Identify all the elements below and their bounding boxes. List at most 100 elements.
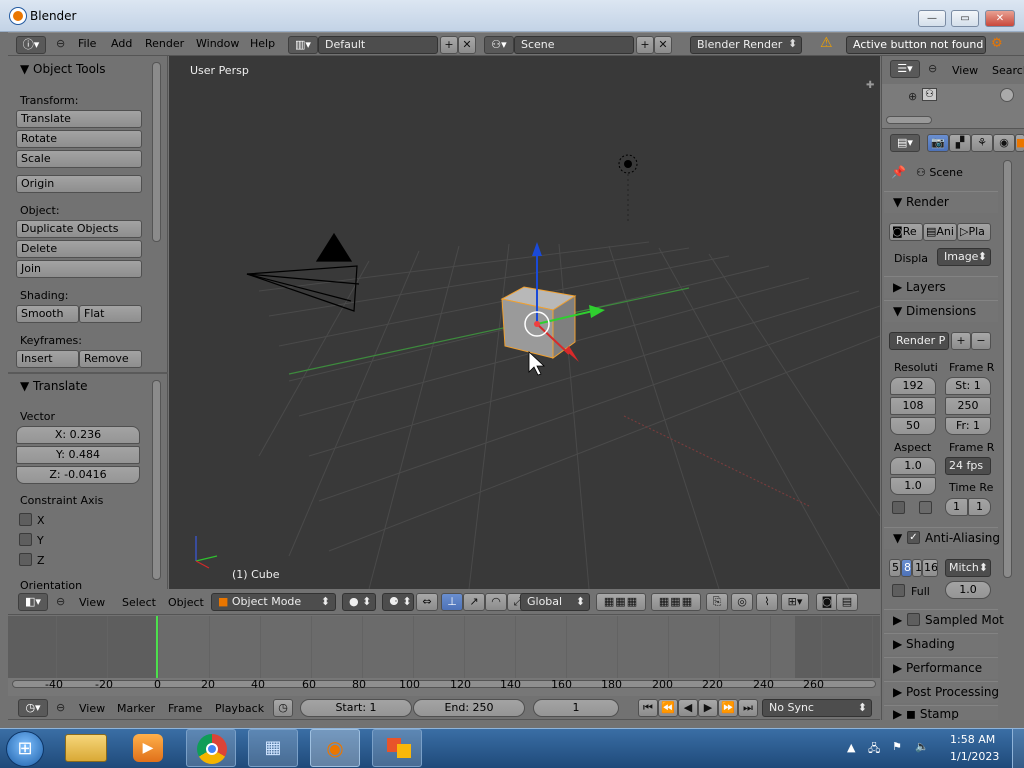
timeline-menu-marker[interactable]: Marker xyxy=(117,702,155,715)
menu-add[interactable]: Add xyxy=(111,37,132,50)
smooth-button[interactable]: Smooth xyxy=(16,305,79,323)
jump-start-icon[interactable]: ⏮ xyxy=(638,699,658,717)
end-frame-prop-field[interactable]: 250 xyxy=(945,397,991,415)
collapse-icon[interactable]: ⊖ xyxy=(928,62,937,75)
object-tools-header[interactable]: ▼ Object Tools xyxy=(20,62,106,76)
rotate-button[interactable]: Rotate xyxy=(16,130,142,148)
rotate-manipulator-icon[interactable]: ↗ xyxy=(463,593,485,611)
join-button[interactable]: Join xyxy=(16,260,142,278)
remove-preset-button[interactable]: − xyxy=(971,332,991,350)
outliner-hscroll[interactable] xyxy=(886,116,932,124)
preview-range-clock-icon[interactable]: ◷ xyxy=(273,699,293,717)
operator-scrollbar[interactable] xyxy=(152,380,161,580)
menu-render[interactable]: Render xyxy=(145,37,184,50)
view3d-menu-object[interactable]: Object xyxy=(168,596,204,609)
frame-rate-dropdown[interactable]: 24 fps xyxy=(945,457,991,475)
lock-layers-icon[interactable]: ⎘ xyxy=(706,593,728,611)
view3d-menu-view[interactable]: View xyxy=(79,596,105,609)
timeline-menu-frame[interactable]: Frame xyxy=(168,702,202,715)
play-reverse-icon[interactable]: ◀ xyxy=(678,699,698,717)
resolution-percent-field[interactable]: 50 xyxy=(890,417,936,435)
camera-object[interactable] xyxy=(246,232,360,312)
aa-samples-16[interactable]: 16 xyxy=(922,559,938,577)
delete-scene-button[interactable]: ✕ xyxy=(654,36,672,54)
pivot-point-dropdown[interactable]: ⚈ ⬍ xyxy=(382,593,414,611)
current-frame-cursor[interactable] xyxy=(156,616,158,678)
proportional-edit-icon[interactable]: ◎ xyxy=(731,593,753,611)
outliner-menu-view[interactable]: View xyxy=(952,64,978,77)
add-scene-button[interactable]: + xyxy=(636,36,654,54)
constraint-x-checkbox[interactable] xyxy=(19,513,32,526)
current-frame-field[interactable]: 1 xyxy=(533,699,619,717)
menu-window[interactable]: Window xyxy=(196,37,239,50)
menu-file[interactable]: File xyxy=(78,37,96,50)
collapse-icon[interactable]: ⊖ xyxy=(56,37,65,50)
timeline-menu-view[interactable]: View xyxy=(79,702,105,715)
scene-tree-icon[interactable]: ⚇ xyxy=(922,88,937,101)
full-sample-checkbox[interactable] xyxy=(892,584,905,597)
jump-end-icon[interactable]: ⏭ xyxy=(738,699,758,717)
world-tab-icon[interactable]: ◉ xyxy=(993,134,1015,152)
control-panel-taskbar-icon[interactable]: ▦ xyxy=(248,729,298,767)
collapse-icon[interactable]: ⊖ xyxy=(56,595,65,608)
render-tab-icon[interactable]: 📷 xyxy=(927,134,949,152)
origin-button[interactable]: Origin xyxy=(16,175,142,193)
display-dropdown[interactable]: Image ⬍ xyxy=(937,248,991,266)
aspect-y-field[interactable]: 1.0 xyxy=(890,477,936,495)
translate-button[interactable]: Translate xyxy=(16,110,142,128)
resolution-y-field[interactable]: 108 xyxy=(890,397,936,415)
show-desktop-button[interactable] xyxy=(1012,729,1024,768)
render-animation-button[interactable]: ▤Ani xyxy=(923,223,957,241)
pin-icon[interactable]: 📌 xyxy=(891,165,906,179)
render-anim-icon[interactable]: ▤ xyxy=(836,593,858,611)
outliner-search-menu[interactable]: Search xyxy=(992,64,1024,77)
tray-expand-icon[interactable]: ▲ xyxy=(847,741,855,754)
media-player-taskbar-icon[interactable]: ▶ xyxy=(133,734,163,762)
flat-button[interactable]: Flat xyxy=(79,305,142,323)
translate-manipulator-icon[interactable]: ⊥ xyxy=(441,593,463,611)
vector-x-field[interactable]: X: 0.236 xyxy=(16,426,140,444)
resolution-x-field[interactable]: 192 xyxy=(890,377,936,395)
maximize-button[interactable]: ▭ xyxy=(951,10,979,27)
add-layout-button[interactable]: + xyxy=(440,36,458,54)
manipulator-toggle-icon[interactable]: ⇔ xyxy=(416,593,438,611)
add-preset-button[interactable]: + xyxy=(951,332,971,350)
chrome-taskbar-icon[interactable] xyxy=(186,729,236,767)
viewport-3d[interactable]: User Persp (1) Cube ✚ xyxy=(169,56,880,589)
tool-shelf-scrollbar[interactable] xyxy=(152,62,161,242)
properties-editor-type-button[interactable]: ▤▾ xyxy=(890,134,920,152)
vector-z-field[interactable]: Z: -0.0416 xyxy=(16,466,140,484)
viewport-plus-icon[interactable]: ✚ xyxy=(866,80,874,91)
lamp-object[interactable] xyxy=(618,154,638,224)
constraint-y-checkbox[interactable] xyxy=(19,533,32,546)
layers-grid-left[interactable]: ▦▦▦ xyxy=(596,593,646,611)
render-opengl-icon[interactable]: ◙ xyxy=(816,593,838,611)
office-taskbar-icon[interactable] xyxy=(372,729,422,767)
scale-button[interactable]: Scale xyxy=(16,150,142,168)
render-engine-dropdown[interactable]: Blender Render xyxy=(690,36,802,54)
close-button[interactable]: ✕ xyxy=(985,10,1015,27)
delete-layout-button[interactable]: ✕ xyxy=(458,36,476,54)
menu-help[interactable]: Help xyxy=(250,37,275,50)
clock-time[interactable]: 1:58 AM xyxy=(950,733,995,746)
scene-tab-icon[interactable]: ⚘ xyxy=(971,134,993,152)
object-tab-icon[interactable]: ■ xyxy=(1015,134,1024,152)
viewport-shading-dropdown[interactable]: ● ⬍ xyxy=(342,593,376,611)
start-frame-prop-field[interactable]: St: 1 xyxy=(945,377,991,395)
volume-tray-icon[interactable]: 🔈 xyxy=(915,740,929,753)
timeline-editor[interactable] xyxy=(8,616,880,678)
screen-layout-field[interactable]: Default xyxy=(318,36,438,54)
start-button[interactable]: ⊞ xyxy=(6,731,44,767)
snap-element-icon[interactable]: ⊞▾ xyxy=(781,593,809,611)
aspect-x-field[interactable]: 1.0 xyxy=(890,457,936,475)
timeline-menu-playback[interactable]: Playback xyxy=(215,702,264,715)
view3d-editor-type-button[interactable]: ◧▾ xyxy=(18,593,48,611)
interaction-mode-dropdown[interactable]: ■ Object Mode ⬍ xyxy=(211,593,336,611)
scene-icon[interactable]: ⚇▾ xyxy=(484,36,514,54)
stamp-checkbox-icon[interactable]: ◼ xyxy=(906,707,916,720)
outliner-editor-type-button[interactable]: ☰▾ xyxy=(890,60,920,78)
play-animation-button[interactable]: ▷Pla xyxy=(957,223,991,241)
view3d-menu-select[interactable]: Select xyxy=(122,596,156,609)
time-remap-old-field[interactable]: 1 xyxy=(945,498,968,516)
file-explorer-taskbar-icon[interactable] xyxy=(65,734,107,762)
